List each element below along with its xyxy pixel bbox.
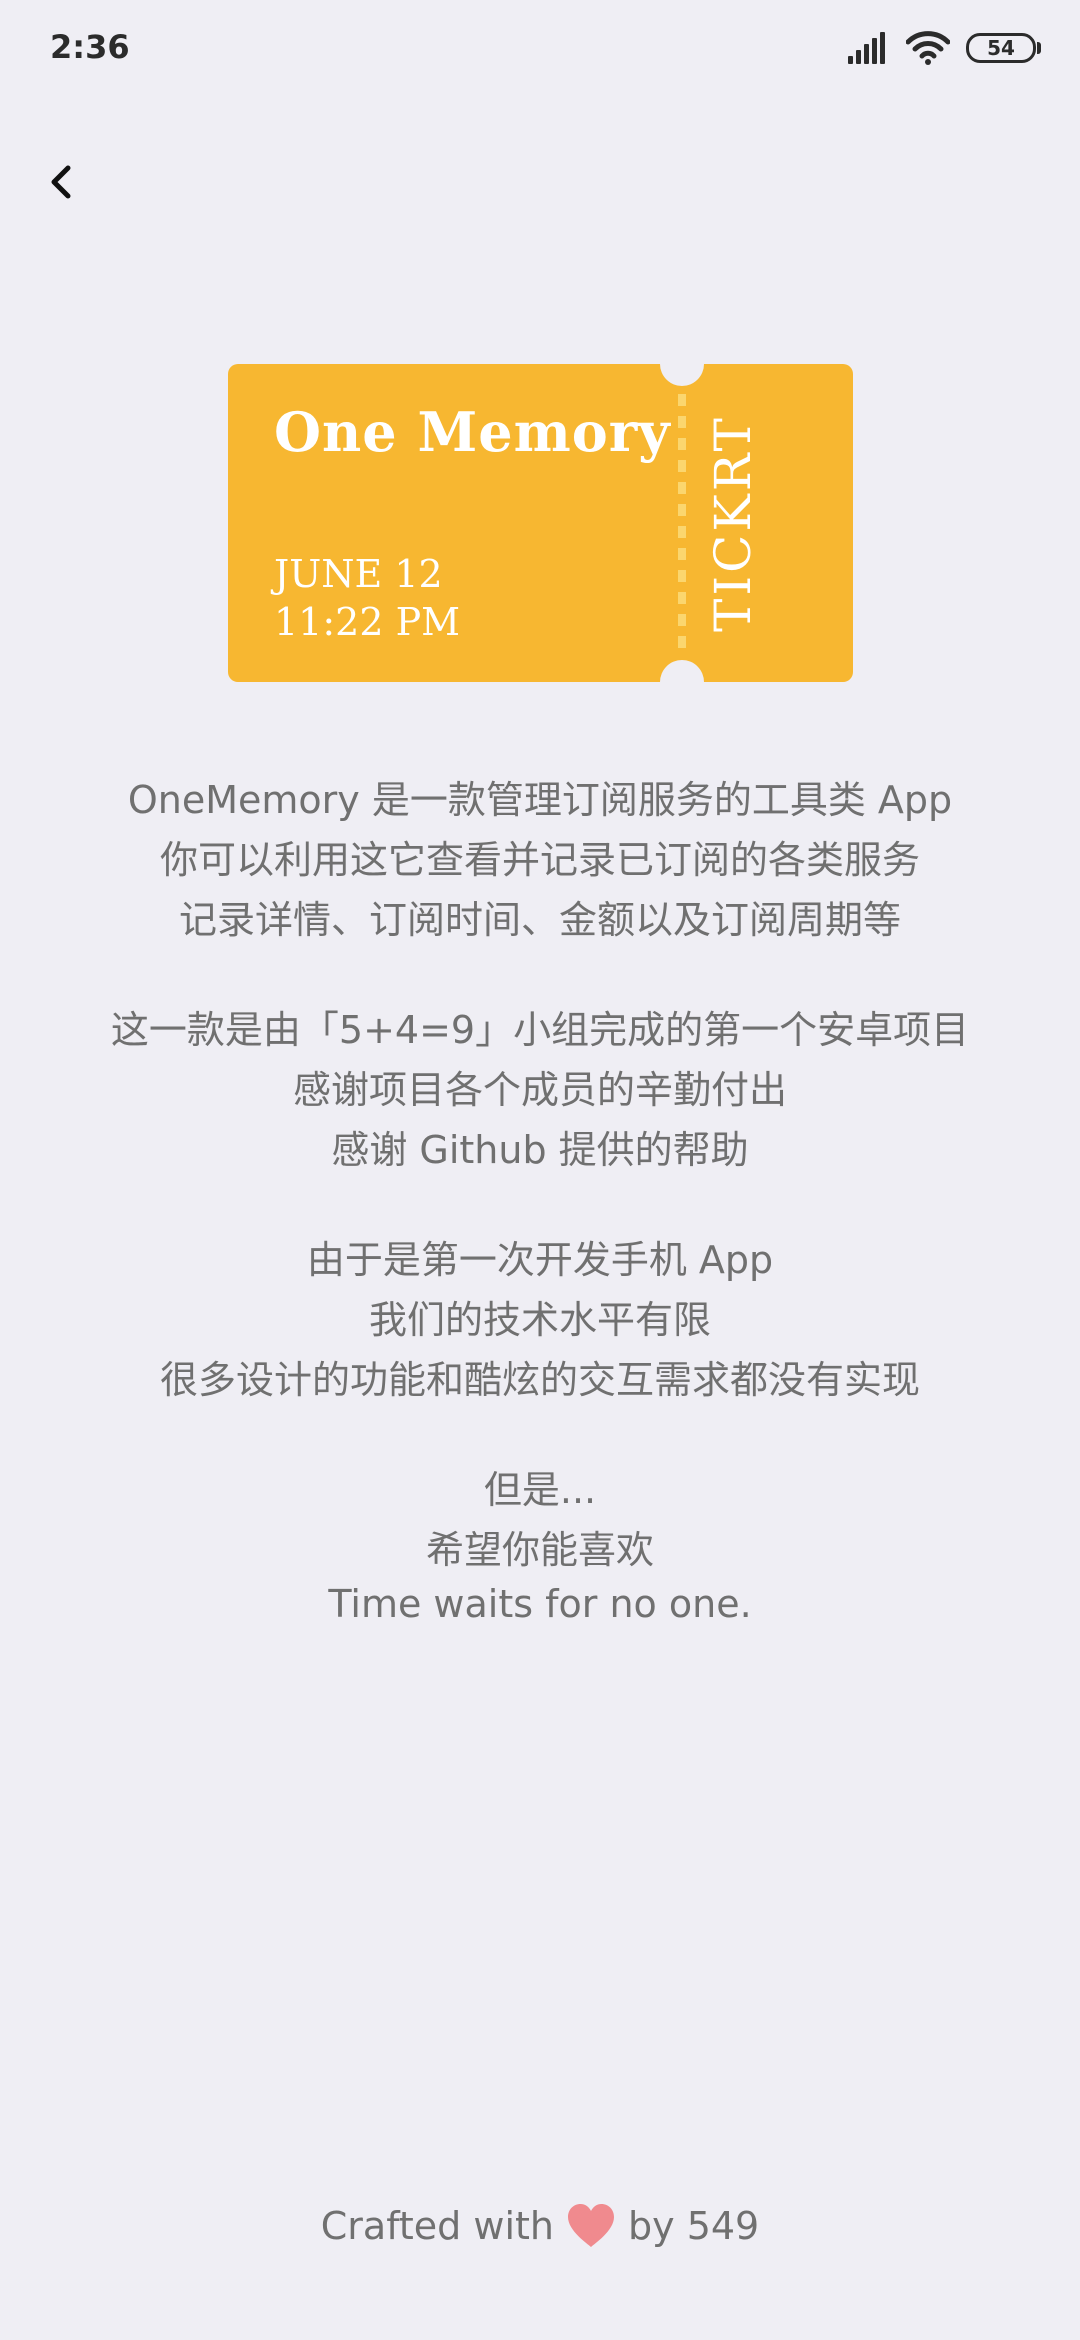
ticket-time: 11:22 PM [274,600,461,644]
about-line: 我们的技术水平有限 [368,1298,711,1342]
about-paragraph-closing: 但是... 希望你能喜欢 Time waits for no one. [0,1460,1080,1628]
status-icons: 54 [846,26,1041,70]
about-line: OneMemory 是一款管理订阅服务的工具类 App [127,778,953,822]
battery-nub [1037,42,1041,54]
footer-credit: Crafted with by 549 [0,2203,1080,2249]
about-line: 希望你能喜欢 [425,1528,654,1572]
about-tagline: Time waits for no one. [328,1582,752,1626]
about-line: 你可以利用这它查看并记录已订阅的各类服务 [159,838,920,882]
chevron-left-icon [51,165,71,199]
footer-prefix: Crafted with [320,2204,555,2248]
battery-level: 54 [987,36,1015,60]
ticket-stub-label: TICKRT [704,415,762,632]
footer-suffix: by 549 [628,2204,760,2248]
about-paragraph-team: 这一款是由「5+4=9」小组完成的第一个安卓项目 感谢项目各个成员的辛勤付出 感… [0,1000,1080,1180]
status-bar: 2:36 54 [0,0,1080,96]
about-screen: 2:36 54 One Memory JUNE 12 11:22 PM TICK… [0,0,1080,2340]
ticket-date: JUNE 12 [274,552,443,596]
heart-icon [568,2204,615,2247]
about-line: 感谢 Github 提供的帮助 [331,1128,749,1172]
about-line: 但是... [483,1468,597,1512]
ticket-datetime: JUNE 12 11:22 PM [274,550,460,646]
wifi-icon [906,31,950,65]
about-line: 由于是第一次开发手机 App [306,1238,774,1282]
about-line: 这一款是由「5+4=9」小组完成的第一个安卓项目 [110,1008,970,1052]
ticket-illustration: One Memory JUNE 12 11:22 PM TICKRT [228,364,853,682]
back-button[interactable] [30,150,94,214]
about-paragraph-limitations: 由于是第一次开发手机 App 我们的技术水平有限 很多设计的功能和酷炫的交互需求… [0,1230,1080,1410]
about-paragraph-intro: OneMemory 是一款管理订阅服务的工具类 App 你可以利用这它查看并记录… [0,770,1080,950]
status-time: 2:36 [50,28,130,66]
about-line: 很多设计的功能和酷炫的交互需求都没有实现 [159,1358,920,1402]
about-text: OneMemory 是一款管理订阅服务的工具类 App 你可以利用这它查看并记录… [0,770,1080,1678]
battery-icon: 54 [966,33,1041,63]
about-line: 记录详情、订阅时间、金额以及订阅周期等 [178,898,901,942]
ticket-title: One Memory [274,400,671,464]
signal-icon [848,32,885,64]
about-line: 感谢项目各个成员的辛勤付出 [292,1068,787,1112]
